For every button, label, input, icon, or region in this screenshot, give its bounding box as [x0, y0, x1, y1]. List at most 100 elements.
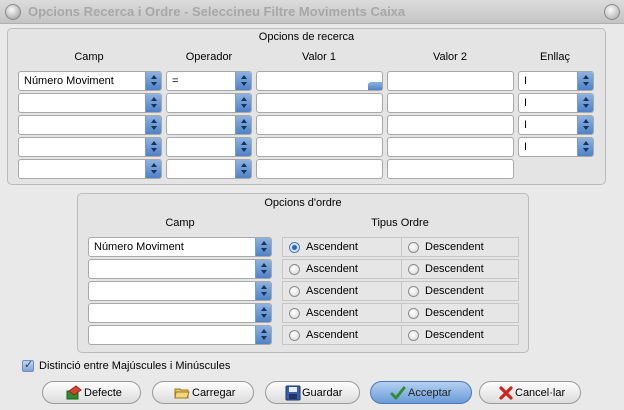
- save-disk-icon: [285, 385, 301, 401]
- combo-arrow-icon[interactable]: [577, 116, 593, 134]
- order-camp-value: Número Moviment: [94, 241, 184, 253]
- order-camp-combo[interactable]: [88, 259, 272, 279]
- search-camp-combo[interactable]: [18, 93, 162, 113]
- cancel-x-icon: [499, 386, 513, 400]
- combo-arrow-icon[interactable]: [145, 138, 161, 156]
- radio-unselected-icon[interactable]: [408, 330, 419, 341]
- cancelar-button[interactable]: Cancel·lar: [479, 381, 581, 404]
- search-enllac-value: I: [524, 97, 528, 109]
- combo-arrow-icon[interactable]: [235, 116, 251, 134]
- descendent-label: Descendent: [425, 329, 484, 341]
- search-valor2-field[interactable]: [387, 137, 514, 157]
- search-valor2-field[interactable]: [387, 159, 514, 179]
- search-options-panel: Opcions de recerca Camp Operador Valor 1…: [7, 28, 606, 185]
- order-camp-combo[interactable]: Número Moviment: [88, 237, 272, 257]
- search-operador-combo[interactable]: [166, 137, 252, 157]
- window-menu-icon[interactable]: [5, 4, 21, 20]
- radio-unselected-icon[interactable]: [408, 286, 419, 297]
- search-operador-value: =: [172, 75, 179, 87]
- order-ascendent-option[interactable]: Ascendent: [282, 281, 402, 301]
- order-ascendent-option[interactable]: Ascendent: [282, 325, 402, 345]
- search-operador-combo[interactable]: =: [166, 71, 252, 91]
- combo-arrow-icon[interactable]: [235, 160, 251, 178]
- combo-arrow-icon[interactable]: [577, 138, 593, 156]
- radio-unselected-icon[interactable]: [408, 242, 419, 253]
- order-descendent-option[interactable]: Descendent: [401, 325, 519, 345]
- search-camp-combo[interactable]: [18, 137, 162, 157]
- case-sensitive-checkbox[interactable]: [22, 358, 34, 372]
- ascendent-label: Ascendent: [306, 241, 358, 253]
- search-enllac-combo[interactable]: I: [518, 71, 594, 91]
- ascendent-label: Ascendent: [306, 329, 358, 341]
- search-operador-combo[interactable]: [166, 159, 252, 179]
- combo-arrow-icon[interactable]: [145, 160, 161, 178]
- combo-arrow-icon[interactable]: [235, 72, 251, 90]
- radio-unselected-icon[interactable]: [408, 264, 419, 275]
- close-icon[interactable]: [604, 4, 620, 20]
- combo-arrow-icon[interactable]: [255, 282, 271, 300]
- ascendent-label: Ascendent: [306, 263, 358, 275]
- radio-unselected-icon[interactable]: [289, 264, 300, 275]
- ascendent-label: Ascendent: [306, 307, 358, 319]
- radio-unselected-icon[interactable]: [408, 308, 419, 319]
- order-ascendent-option[interactable]: Ascendent: [282, 237, 402, 257]
- order-camp-combo[interactable]: [88, 325, 272, 345]
- combo-arrow-icon[interactable]: [577, 94, 593, 112]
- search-valor1-field[interactable]: [256, 71, 383, 91]
- order-camp-combo[interactable]: [88, 281, 272, 301]
- combo-arrow-icon[interactable]: [145, 116, 161, 134]
- carregar-label: Carregar: [192, 387, 236, 399]
- order-ascendent-option[interactable]: Ascendent: [282, 303, 402, 323]
- search-enllac-value: I: [524, 75, 528, 87]
- combo-arrow-icon[interactable]: [255, 304, 271, 322]
- search-valor2-field[interactable]: [387, 93, 514, 113]
- radio-selected-icon[interactable]: [289, 242, 300, 253]
- search-enllac-combo[interactable]: I: [518, 137, 594, 157]
- combo-arrow-icon[interactable]: [235, 138, 251, 156]
- search-enllac-combo[interactable]: I: [518, 115, 594, 135]
- check-icon: [390, 386, 406, 400]
- case-sensitive-label[interactable]: Distinció entre Majúscules i Minúscules: [39, 360, 230, 372]
- field-button-icon[interactable]: [368, 82, 382, 90]
- combo-arrow-icon[interactable]: [255, 326, 271, 344]
- order-descendent-option[interactable]: Descendent: [401, 259, 519, 279]
- combo-arrow-icon[interactable]: [577, 72, 593, 90]
- search-enllac-value: I: [524, 141, 528, 153]
- radio-unselected-icon[interactable]: [289, 330, 300, 341]
- order-descendent-option[interactable]: Descendent: [401, 237, 519, 257]
- acceptar-button[interactable]: Acceptar: [370, 381, 472, 404]
- search-valor1-field[interactable]: [256, 137, 383, 157]
- search-camp-combo[interactable]: [18, 115, 162, 135]
- acceptar-label: Acceptar: [408, 387, 452, 399]
- search-valor2-field[interactable]: [387, 71, 514, 91]
- order-camp-combo[interactable]: [88, 303, 272, 323]
- order-descendent-option[interactable]: Descendent: [401, 281, 519, 301]
- combo-arrow-icon[interactable]: [255, 260, 271, 278]
- combo-arrow-icon[interactable]: [145, 72, 161, 90]
- search-operador-combo[interactable]: [166, 93, 252, 113]
- search-valor1-field[interactable]: [256, 93, 383, 113]
- title-bar: Opcions Recerca i Ordre - Seleccineu Fil…: [0, 0, 624, 24]
- combo-arrow-icon[interactable]: [235, 94, 251, 112]
- radio-unselected-icon[interactable]: [289, 286, 300, 297]
- combo-arrow-icon[interactable]: [145, 94, 161, 112]
- guardar-button[interactable]: Guardar: [265, 381, 360, 404]
- col-header-operador: Operador: [185, 51, 233, 63]
- search-enllac-combo[interactable]: I: [518, 93, 594, 113]
- order-ascendent-option[interactable]: Ascendent: [282, 259, 402, 279]
- radio-unselected-icon[interactable]: [289, 308, 300, 319]
- search-valor2-field[interactable]: [387, 115, 514, 135]
- search-valor1-field[interactable]: [256, 115, 383, 135]
- window-title: Opcions Recerca i Ordre - Seleccineu Fil…: [28, 4, 406, 19]
- order-descendent-option[interactable]: Descendent: [401, 303, 519, 323]
- defecte-button[interactable]: Defecte: [42, 381, 141, 404]
- carregar-button[interactable]: Carregar: [152, 381, 254, 404]
- combo-arrow-icon[interactable]: [255, 238, 271, 256]
- descendent-label: Descendent: [425, 285, 484, 297]
- search-operador-combo[interactable]: [166, 115, 252, 135]
- search-valor1-field[interactable]: [256, 159, 383, 179]
- descendent-label: Descendent: [425, 263, 484, 275]
- search-camp-combo[interactable]: [18, 159, 162, 179]
- search-camp-combo[interactable]: Número Moviment: [18, 71, 162, 91]
- open-folder-icon: [174, 388, 190, 399]
